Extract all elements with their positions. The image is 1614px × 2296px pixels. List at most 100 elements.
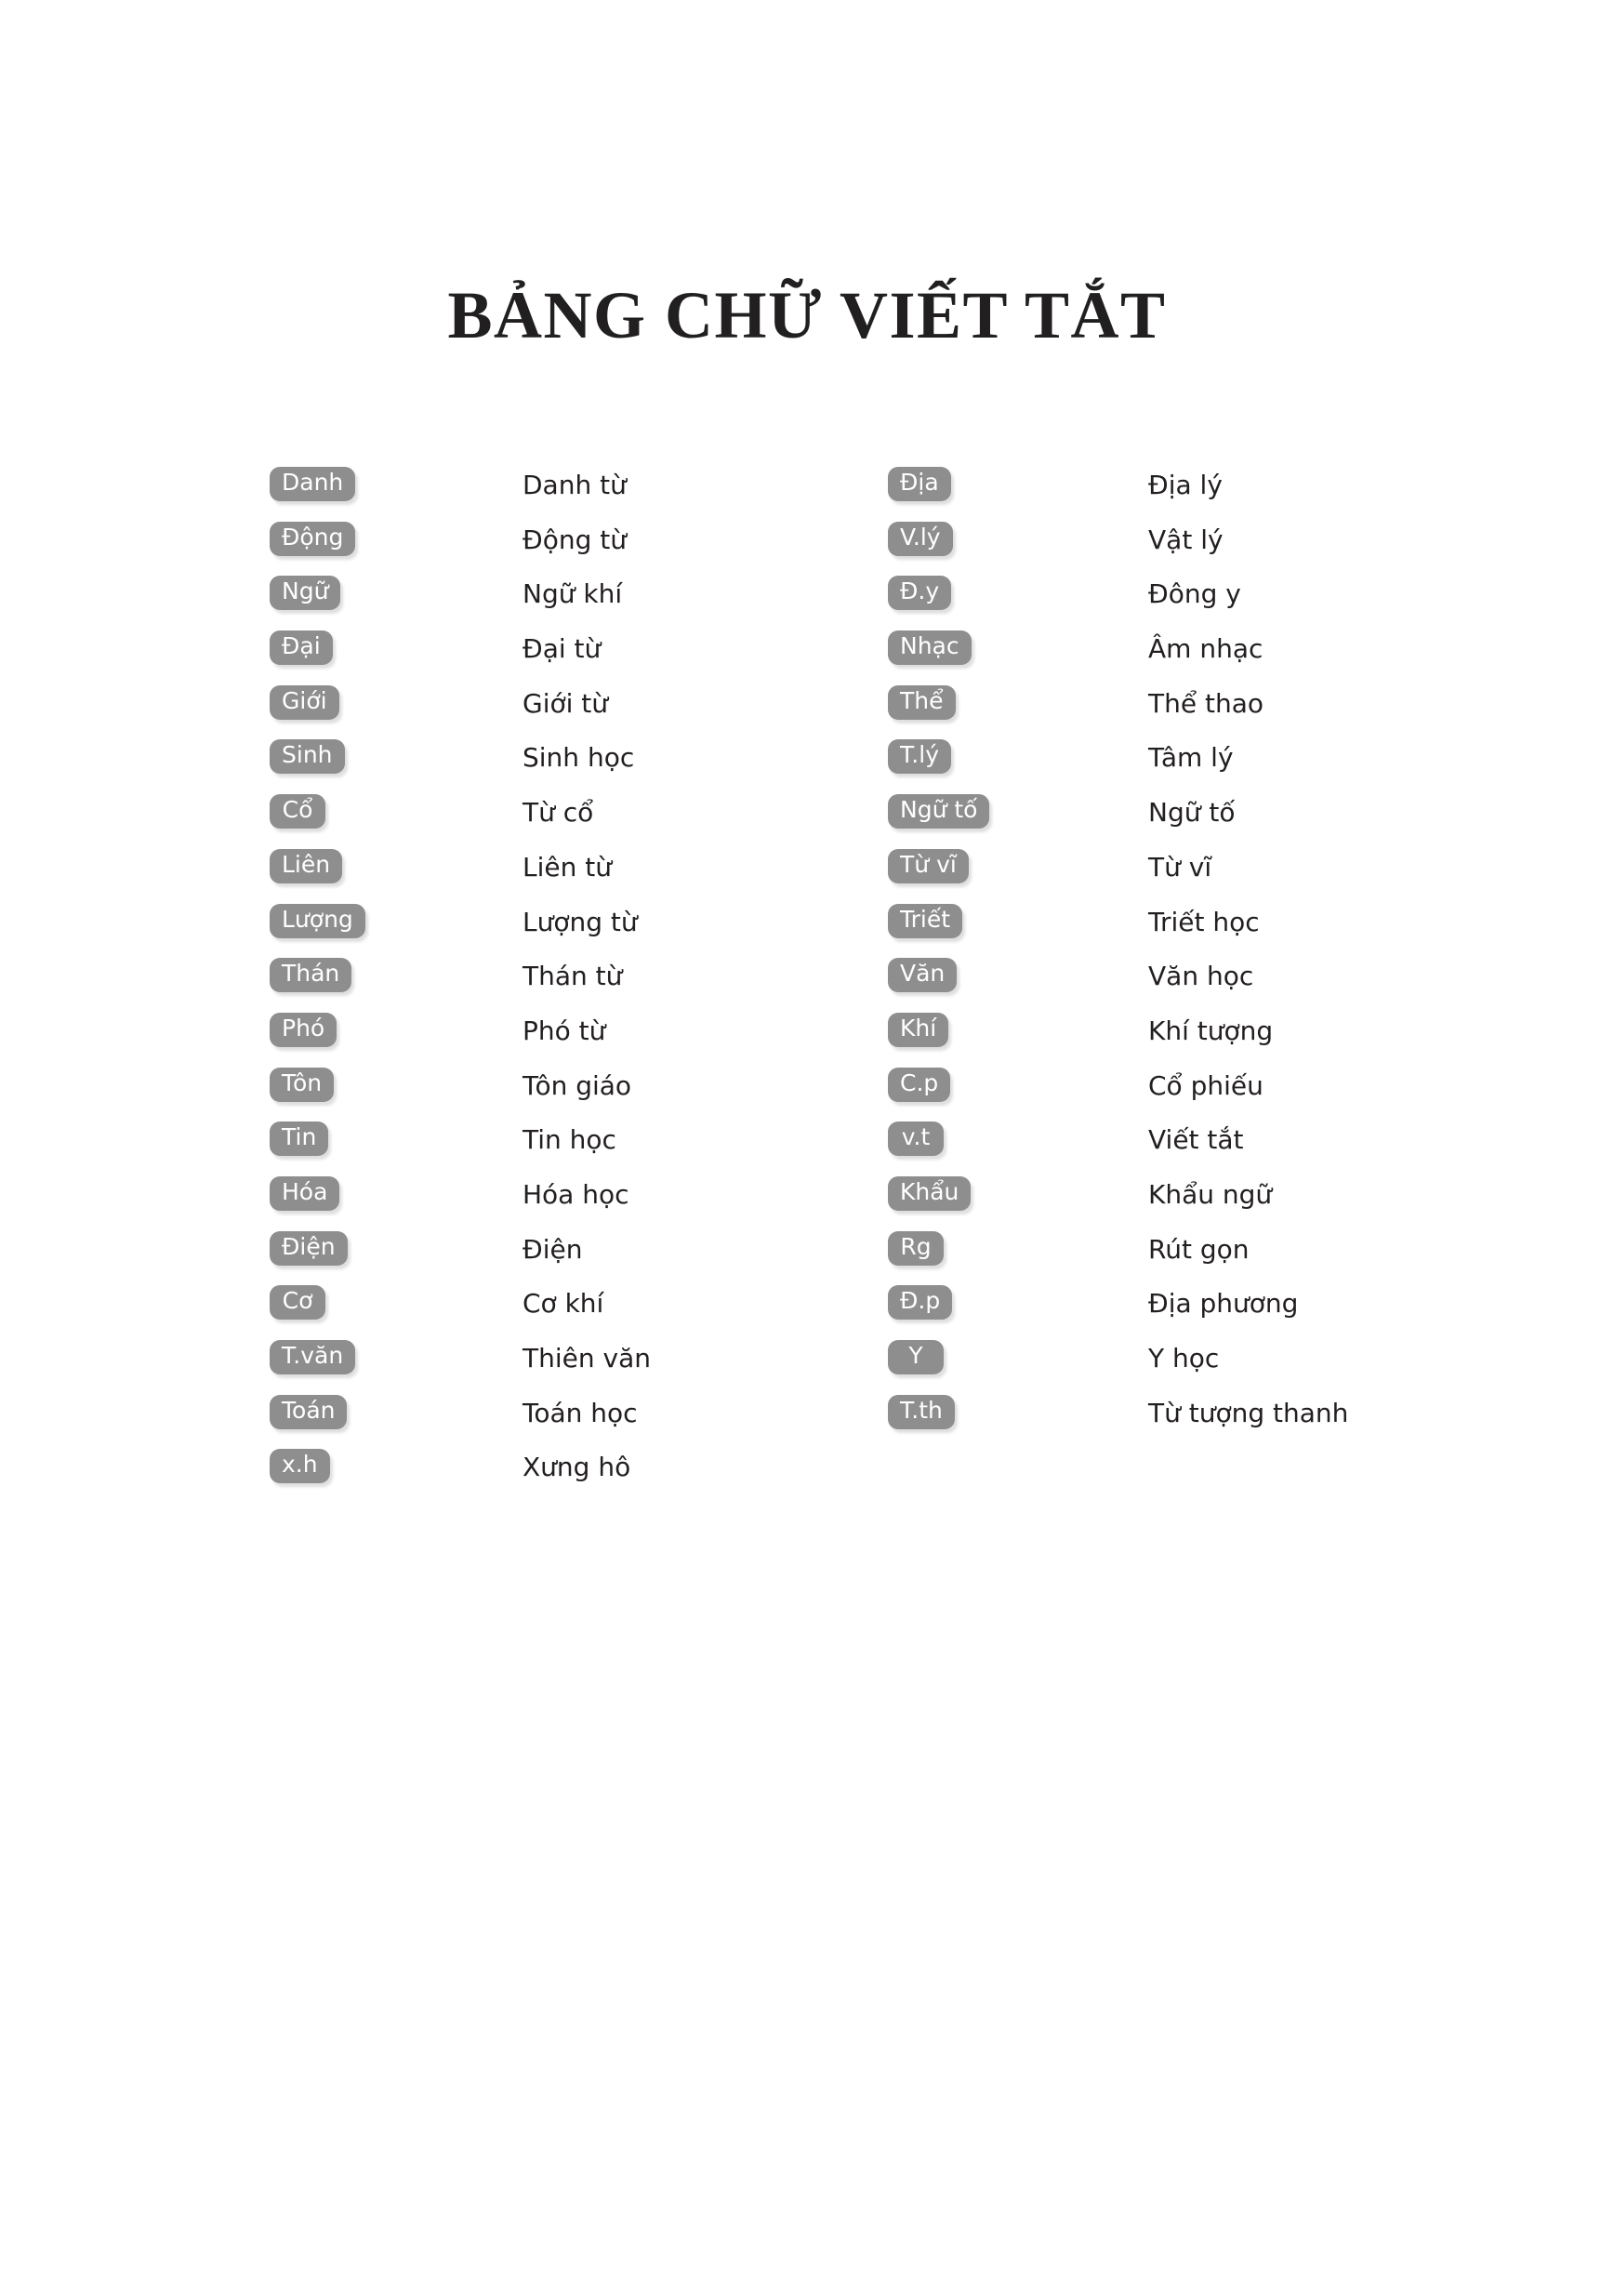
abbreviation-entry: Đ.y Đông y xyxy=(888,572,1520,627)
abbreviation-badge: V.lý xyxy=(888,521,953,556)
abbreviation-meaning: Toán học xyxy=(523,1397,638,1428)
abbreviation-meaning: Địa lý xyxy=(1148,470,1223,500)
abbreviation-badge: Địa xyxy=(888,467,951,501)
abbreviation-meaning: Điện xyxy=(523,1233,583,1265)
abbreviation-entry: Ngữ tố Ngữ tố xyxy=(888,790,1520,845)
abbreviation-entry: Lượng Lượng từ xyxy=(270,900,902,955)
abbreviation-entry: T.văn Thiên văn xyxy=(270,1336,902,1391)
abbreviation-badge: Tin xyxy=(270,1121,329,1157)
abbreviation-meaning: Âm nhạc xyxy=(1148,633,1263,665)
abbreviation-meaning: Xưng hô xyxy=(523,1452,631,1483)
abbreviation-meaning: Giới từ xyxy=(523,687,609,719)
abbreviation-meaning: Sinh học xyxy=(523,742,635,774)
abbreviation-entry: Sinh Sinh học xyxy=(270,736,902,790)
abbreviation-meaning: Đại từ xyxy=(523,633,602,665)
abbreviation-badge: Lượng xyxy=(270,903,365,938)
abbreviation-entry: Khẩu Khẩu ngữ xyxy=(888,1173,1520,1228)
abbreviation-meaning: Từ cổ xyxy=(523,797,594,829)
abbreviation-badge: C.p xyxy=(888,1067,951,1102)
abbreviation-badge: Giới xyxy=(270,684,339,720)
abbreviation-meaning: Thiên văn xyxy=(523,1343,651,1374)
abbreviation-entry: Đại Đại từ xyxy=(270,627,902,682)
abbreviation-badge: Đại xyxy=(270,630,333,666)
abbreviation-entry: Địa Địa lý xyxy=(888,463,1520,518)
abbreviation-meaning: Viết tắt xyxy=(1148,1124,1244,1156)
abbreviation-entry: Đ.p Địa phương xyxy=(888,1281,1520,1336)
abbreviation-entry: Y Y học xyxy=(888,1336,1520,1391)
abbreviation-meaning: Khẩu ngữ xyxy=(1148,1178,1273,1210)
abbreviation-badge: Toán xyxy=(270,1394,348,1429)
abbreviation-badge: Khẩu xyxy=(888,1175,972,1211)
abbreviation-entry: x.h Xưng hô xyxy=(270,1445,902,1500)
abbreviation-meaning: Ngữ tố xyxy=(1148,797,1236,829)
abbreviation-meaning: Địa phương xyxy=(1148,1288,1299,1320)
abbreviation-entry: Toán Toán học xyxy=(270,1391,902,1446)
abbreviation-entry: Rg Rút gọn xyxy=(888,1228,1520,1282)
abbreviation-badge: Từ vĩ xyxy=(888,848,969,883)
abbreviation-entry: Cơ Cơ khí xyxy=(270,1281,902,1336)
abbreviation-column-right: Địa Địa lý V.lý Vật lý Đ.y Đông y Nhạc Âm nhạc T… xyxy=(888,463,1520,1445)
abbreviation-badge: Nhạc xyxy=(888,630,972,666)
abbreviation-badge: Khí xyxy=(888,1012,949,1047)
abbreviation-meaning: Lượng từ xyxy=(523,906,638,937)
abbreviation-badge: Sinh xyxy=(270,739,345,775)
abbreviation-entry: Từ vĩ Từ vĩ xyxy=(888,845,1520,900)
abbreviation-meaning: Khí tượng xyxy=(1148,1015,1274,1046)
abbreviation-column-left: Danh Danh từ Động Động từ Ngữ Ngữ khí Đại Đại t… xyxy=(270,463,902,1500)
abbreviation-badge: Cổ xyxy=(270,794,325,829)
abbreviation-badge: T.lý xyxy=(888,739,951,775)
abbreviation-meaning: Cổ phiếu xyxy=(1148,1069,1263,1101)
abbreviation-meaning: Y học xyxy=(1148,1343,1220,1374)
abbreviation-badge: v.t xyxy=(888,1121,944,1157)
abbreviation-meaning: Văn học xyxy=(1148,961,1254,992)
abbreviation-badge: Liên xyxy=(270,848,343,883)
abbreviation-meaning: Ngữ khí xyxy=(523,578,623,610)
abbreviation-meaning: Từ vĩ xyxy=(1148,851,1212,883)
abbreviation-badge: Thán xyxy=(270,958,352,993)
abbreviation-entry: Điện Điện xyxy=(270,1228,902,1282)
abbreviation-meaning: Hóa học xyxy=(523,1178,629,1210)
abbreviation-badge: T.văn xyxy=(270,1340,356,1374)
abbreviation-meaning: Thán từ xyxy=(523,961,623,992)
abbreviation-entry: Ngữ Ngữ khí xyxy=(270,572,902,627)
abbreviation-meaning: Phó từ xyxy=(523,1015,606,1046)
abbreviation-badge: Y xyxy=(888,1340,944,1374)
abbreviation-meaning: Danh từ xyxy=(523,470,627,500)
abbreviation-entry: Thán Thán từ xyxy=(270,954,902,1009)
abbreviation-entry: Triết Triết học xyxy=(888,900,1520,955)
abbreviation-entry: Khí Khí tượng xyxy=(888,1009,1520,1064)
abbreviation-entry: v.t Viết tắt xyxy=(888,1118,1520,1173)
abbreviation-meaning: Liên từ xyxy=(523,851,612,883)
abbreviation-meaning: Cơ khí xyxy=(523,1288,604,1320)
abbreviation-entry: T.th Từ tượng thanh xyxy=(888,1391,1520,1446)
abbreviation-entry: Tôn Tôn giáo xyxy=(270,1064,902,1119)
abbreviation-badge: Hóa xyxy=(270,1175,340,1211)
abbreviation-badge: Văn xyxy=(888,958,958,993)
abbreviation-meaning: Tâm lý xyxy=(1148,742,1234,774)
abbreviation-meaning: Từ tượng thanh xyxy=(1148,1397,1349,1428)
abbreviation-badge: Danh xyxy=(270,467,356,501)
abbreviation-badge: Ngữ xyxy=(270,576,341,611)
abbreviation-badge: T.th xyxy=(888,1394,955,1429)
abbreviation-meaning: Động từ xyxy=(523,524,627,555)
abbreviation-badge: Triết xyxy=(888,903,963,938)
abbreviation-badge: Đ.y xyxy=(888,576,952,611)
page-title: BẢNG CHỮ VIẾT TẮT xyxy=(447,278,1167,353)
abbreviation-meaning: Tin học xyxy=(523,1124,616,1156)
abbreviation-badge: Động xyxy=(270,521,356,556)
abbreviation-entry: Danh Danh từ xyxy=(270,463,902,518)
abbreviation-badge: Rg xyxy=(888,1230,944,1266)
abbreviation-entry: V.lý Vật lý xyxy=(888,518,1520,573)
abbreviation-meaning: Triết học xyxy=(1148,906,1260,937)
abbreviation-badge: Cơ xyxy=(270,1285,325,1321)
abbreviation-badge: Phó xyxy=(270,1012,337,1047)
abbreviation-entry: Nhạc Âm nhạc xyxy=(888,627,1520,682)
abbreviation-meaning: Vật lý xyxy=(1148,524,1224,555)
abbreviation-badge: x.h xyxy=(270,1449,330,1484)
abbreviation-badge: Tôn xyxy=(270,1067,335,1102)
abbreviation-entry: Phó Phó từ xyxy=(270,1009,902,1064)
abbreviation-entry: Hóa Hóa học xyxy=(270,1173,902,1228)
abbreviation-badge: Điện xyxy=(270,1230,348,1266)
abbreviation-badge: Ngữ tố xyxy=(888,794,990,829)
abbreviation-entry: Liên Liên từ xyxy=(270,845,902,900)
